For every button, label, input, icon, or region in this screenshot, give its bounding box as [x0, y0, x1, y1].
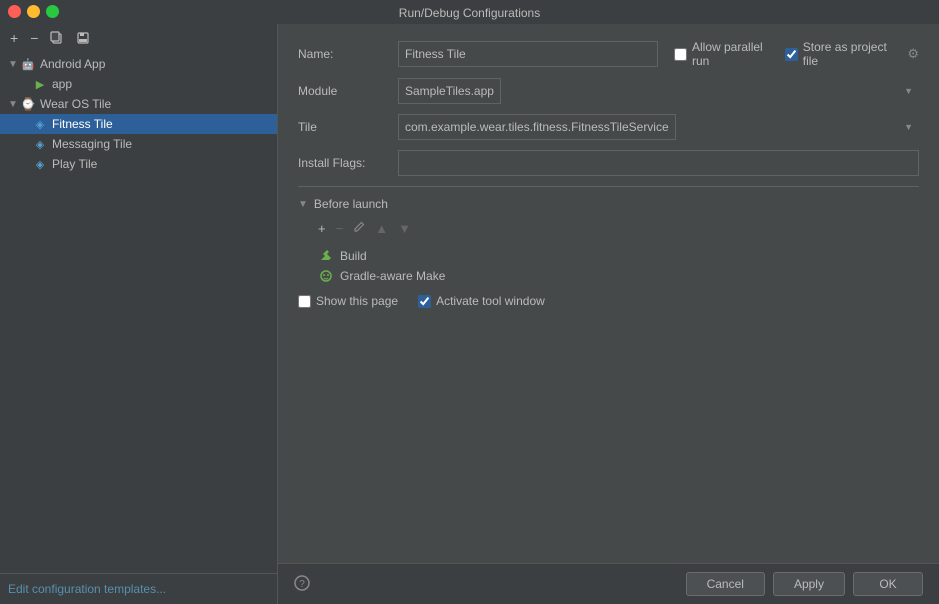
- sidebar: + − ▼ 🤖 Android App: [0, 24, 278, 604]
- sidebar-item-app[interactable]: ▶ ▶ app: [0, 74, 277, 94]
- before-launch-item-label: Gradle-aware Make: [340, 269, 445, 283]
- sidebar-item-android-app[interactable]: ▼ 🤖 Android App: [0, 54, 277, 74]
- sidebar-item-label: Wear OS Tile: [40, 97, 111, 111]
- store-as-project-label[interactable]: Store as project file: [785, 40, 890, 68]
- maximize-button[interactable]: [46, 5, 59, 18]
- minimize-button[interactable]: [27, 5, 40, 18]
- tree-arrow: ▼: [8, 99, 20, 110]
- before-launch-arrow: ▼: [298, 199, 308, 210]
- tile-select-wrapper: com.example.wear.tiles.fitness.FitnessTi…: [398, 114, 919, 140]
- copy-config-button[interactable]: [46, 29, 68, 47]
- before-launch-item-label: Build: [340, 249, 367, 263]
- sidebar-item-wearos[interactable]: ▼ ⌚ Wear OS Tile: [0, 94, 277, 114]
- tile-select[interactable]: com.example.wear.tiles.fitness.FitnessTi…: [398, 114, 676, 140]
- form-area: Name: Allow parallel run Store as projec…: [278, 24, 939, 563]
- name-row: Name: Allow parallel run Store as projec…: [298, 40, 919, 68]
- store-settings-gear-icon[interactable]: ⚙: [907, 46, 919, 62]
- save-config-button[interactable]: [72, 29, 94, 47]
- module-select-wrapper: SampleTiles.app: [398, 78, 919, 104]
- store-as-project-checkbox[interactable]: [785, 48, 798, 61]
- build-icon: [318, 248, 334, 264]
- sidebar-item-fitness-tile[interactable]: ▶ ◈ Fitness Tile: [0, 114, 277, 134]
- bottom-buttons: Cancel Apply OK: [686, 572, 923, 596]
- sidebar-toolbar: + −: [0, 24, 277, 52]
- tile-row: Tile com.example.wear.tiles.fitness.Fitn…: [298, 114, 919, 140]
- add-config-button[interactable]: +: [6, 28, 22, 48]
- android-app-icon: ▶: [32, 76, 48, 92]
- tree-arrow: ▼: [8, 59, 20, 70]
- before-launch-title: Before launch: [314, 197, 388, 211]
- bottom-wrapper: ? Cancel Apply OK: [294, 572, 923, 596]
- sidebar-item-play-tile[interactable]: ▶ ◈ Play Tile: [0, 154, 277, 174]
- gradle-icon: [318, 268, 334, 284]
- before-launch-edit-button[interactable]: [349, 219, 369, 238]
- before-launch-header[interactable]: ▼ Before launch: [298, 197, 919, 211]
- before-launch-toolbar: + − ▲ ▼: [314, 219, 919, 238]
- cancel-button[interactable]: Cancel: [686, 572, 765, 596]
- window-title: Run/Debug Configurations: [399, 6, 540, 20]
- checkboxes-bottom: Show this page Activate tool window: [298, 294, 919, 308]
- before-launch-add-button[interactable]: +: [314, 219, 330, 238]
- sidebar-item-label: Android App: [40, 57, 105, 71]
- main-area: + − ▼ 🤖 Android App: [0, 24, 939, 604]
- show-this-page-label[interactable]: Show this page: [298, 294, 398, 308]
- tile-icon: ◈: [32, 156, 48, 172]
- sidebar-item-label: Play Tile: [52, 157, 97, 171]
- close-button[interactable]: [8, 5, 21, 18]
- sidebar-footer: Edit configuration templates...: [0, 573, 277, 604]
- install-flags-input[interactable]: [398, 150, 919, 176]
- svg-text:?: ?: [299, 579, 305, 590]
- content-area: Name: Allow parallel run Store as projec…: [278, 24, 939, 604]
- allow-parallel-checkbox[interactable]: [674, 48, 687, 61]
- module-label: Module: [298, 84, 398, 98]
- tile-icon: ◈: [32, 116, 48, 132]
- tile-icon: ◈: [32, 136, 48, 152]
- module-row: Module SampleTiles.app: [298, 78, 919, 104]
- sidebar-item-messaging-tile[interactable]: ▶ ◈ Messaging Tile: [0, 134, 277, 154]
- title-bar: Run/Debug Configurations: [0, 0, 939, 24]
- before-launch-item-build[interactable]: Build: [314, 246, 919, 266]
- name-label: Name:: [298, 47, 398, 61]
- activate-tool-window-checkbox[interactable]: [418, 295, 431, 308]
- before-launch-item-gradle[interactable]: Gradle-aware Make: [314, 266, 919, 286]
- android-icon: 🤖: [20, 56, 36, 72]
- bottom-bar: ? Cancel Apply OK: [278, 563, 939, 604]
- sidebar-tree: ▼ 🤖 Android App ▶ ▶ app ▼ ⌚ Wear OS Tile…: [0, 52, 277, 573]
- sidebar-item-label: Messaging Tile: [52, 137, 132, 151]
- activate-tool-window-label[interactable]: Activate tool window: [418, 294, 545, 308]
- wearos-icon: ⌚: [20, 96, 36, 112]
- remove-config-button[interactable]: −: [26, 28, 42, 48]
- help-icon[interactable]: ?: [294, 575, 310, 594]
- before-launch-remove-button[interactable]: −: [332, 219, 348, 238]
- before-launch-move-down-button[interactable]: ▼: [394, 219, 415, 238]
- install-flags-label: Install Flags:: [298, 156, 398, 170]
- sidebar-item-label: Fitness Tile: [52, 117, 113, 131]
- before-launch-items: Build Gradle-aware Make: [314, 246, 919, 286]
- tile-label: Tile: [298, 120, 398, 134]
- ok-button[interactable]: OK: [853, 572, 923, 596]
- sidebar-item-label: app: [52, 77, 72, 91]
- apply-button[interactable]: Apply: [773, 572, 845, 596]
- before-launch-move-up-button[interactable]: ▲: [371, 219, 392, 238]
- separator: [298, 186, 919, 187]
- show-this-page-checkbox[interactable]: [298, 295, 311, 308]
- name-input[interactable]: [398, 41, 658, 67]
- window-controls: [8, 5, 59, 18]
- install-flags-row: Install Flags:: [298, 150, 919, 176]
- module-select[interactable]: SampleTiles.app: [398, 78, 501, 104]
- allow-parallel-label[interactable]: Allow parallel run: [674, 40, 769, 68]
- edit-templates-link[interactable]: Edit configuration templates...: [8, 582, 166, 596]
